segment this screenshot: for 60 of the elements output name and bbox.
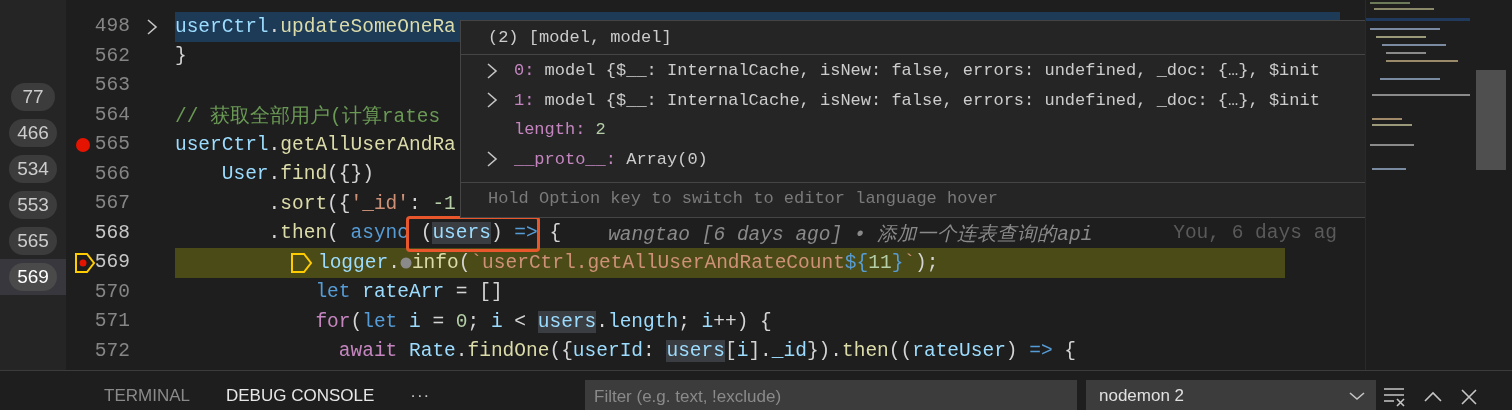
panel-tab[interactable]: DEBUG CONSOLE [207,380,393,410]
blame-annotation: You, 6 days ag [1173,222,1338,245]
line-number: 566 [93,161,130,187]
filter-field[interactable]: Filter (e.g. text, !exclude) [585,380,1077,410]
panel-tab[interactable]: TERMINAL [86,380,208,410]
chevron-right-icon[interactable] [485,61,500,80]
line-number: 563 [93,73,130,99]
line-number: 565 [93,132,130,158]
chevron-down-icon[interactable] [1348,390,1366,402]
frame-line-badge: 534 [9,155,57,183]
call-stack-row[interactable]: 565 [0,223,66,259]
chevron-right-icon[interactable] [145,17,160,36]
chevron-right-icon[interactable] [485,150,500,169]
more-button[interactable]: ··· [392,380,449,410]
inline-breakpoint-icon[interactable] [399,256,412,269]
line-number: 570 [93,279,130,305]
session-dropdown[interactable]: nodemon 2 [1086,380,1376,410]
variable-entry[interactable]: 1: model {$__: InternalCache, isNew: false, errors: undefined, _doc: {…}, $init [513,90,1320,110]
line-number: 562 [93,43,130,69]
clear-console-icon[interactable] [1382,386,1408,408]
breakpoint-icon[interactable] [74,136,91,153]
code-text: User.find({}) [220,163,374,186]
code-text: for(let i = 0; i < users.length; i++) { [314,310,772,333]
frame-line-badge: 565 [9,227,57,255]
code-text: .sort({'_id': -1 [267,192,456,215]
variable-entry[interactable]: __proto__: Array(0) [513,149,708,169]
line-number: 498 [93,14,130,40]
variable-entry[interactable]: length: 2 [513,120,606,140]
variable-entry[interactable]: 0: model {$__: InternalCache, isNew: false, errors: undefined, _doc: {…}, $init [513,61,1320,81]
line-number: 572 [93,338,130,364]
code-text: info(`userCtrl.getAllUserAndRateCount${11}`); [411,251,939,274]
hover-hint: Hold Option key to switch to editor language hover [486,188,1000,208]
frame-line-badge: 569 [9,263,57,291]
stack-frame-icon [289,250,314,275]
code-text: .then( async (users) => { [267,222,562,245]
line-number: 567 [93,191,130,217]
code-text: userCtrl.updateSomeOneRa [174,15,456,38]
frame-line-badge: 553 [9,191,57,219]
line-number: 569 [93,250,130,276]
blame-annotation: wangtao [6 days ago] • 添加一个连表查询的api [608,222,1093,247]
code-text: let rateArr = [] [314,281,503,304]
hover-title: (2) [model, model] [460,21,1365,55]
code-text: // 获取全部用户(计算rates [174,104,441,129]
code-text: logger. [317,251,400,274]
frame-line-badge: 77 [10,83,55,111]
stack-frame-breakpoint-icon[interactable] [73,250,96,275]
line-number: 568 [93,220,130,246]
call-stack-row[interactable]: 569 [0,259,66,295]
line-number: 571 [93,309,130,335]
code-text: } [174,45,187,68]
line-number: 564 [93,102,130,128]
call-stack-row[interactable]: 553 [0,187,66,223]
frame-line-badge: 466 [9,119,57,147]
code-text: userCtrl.getAllUserAndRa [174,133,456,156]
call-stack-row[interactable]: 77 [0,79,66,115]
scrollbar-thumb[interactable] [1476,70,1507,170]
call-stack-row[interactable]: 534 [0,151,66,187]
chevron-right-icon[interactable] [485,91,500,110]
code-text: await Rate.findOne({userId: users[i]._id}).then((rateUser) => { [337,340,1077,363]
call-stack-row[interactable]: 466 [0,115,66,151]
